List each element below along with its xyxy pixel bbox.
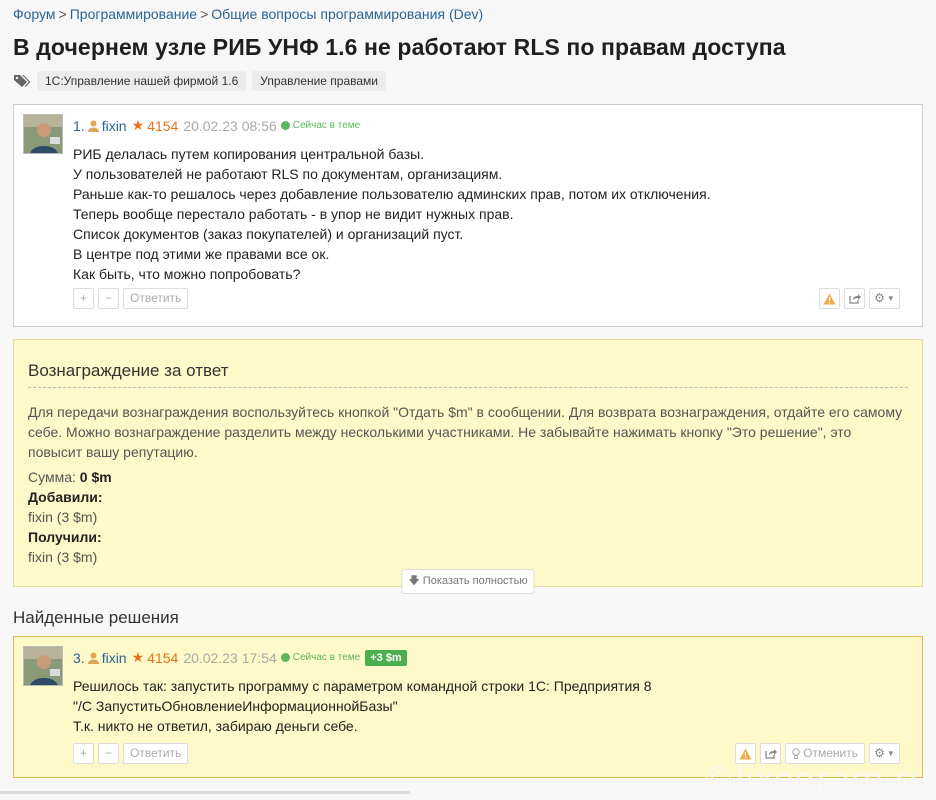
post-header: 1. fixin ★ 4154 20.02.23 08:56 Сейчас в … <box>73 117 360 134</box>
post-line: В центре под этими же правами все ок. <box>73 246 330 262</box>
post-line: Теперь вообще перестало работать - в упо… <box>73 206 514 222</box>
avatar[interactable] <box>23 114 63 154</box>
reward-received-value: fixin (3 $m) <box>28 549 98 565</box>
breadcrumb-programming[interactable]: Программирование <box>70 6 197 22</box>
online-dot-icon <box>280 653 290 662</box>
reward-description: Для передачи вознаграждения воспользуйте… <box>28 404 903 460</box>
post-line: "/С ЗапуститьОбновлениеИнформационнойБаз… <box>73 698 398 714</box>
star-icon: ★ <box>131 117 145 133</box>
post-line: Как быть, что можно попробовать? <box>73 266 301 282</box>
arrow-down-icon: 🡇 <box>408 575 420 587</box>
reward-heading: Вознаграждение за ответ <box>28 340 908 388</box>
reply-button[interactable]: Ответить <box>123 743 189 764</box>
share-icon <box>848 294 861 304</box>
author-name[interactable]: fixin <box>102 118 127 134</box>
avatar-image <box>24 647 62 685</box>
post-date[interactable]: 20.02.23 08:56 <box>183 118 276 134</box>
reward-sum: Сумма: 0 $m <box>28 467 908 487</box>
post-line: У пользователей не работают RLS по докум… <box>73 166 503 182</box>
post-number[interactable]: 3. <box>73 650 85 666</box>
post-header: 3. fixin ★ 4154 20.02.23 17:54 Сейчас в … <box>73 649 407 666</box>
reward-panel: Вознаграждение за ответ Для передачи воз… <box>13 339 923 594</box>
gear-icon: ⚙ <box>874 291 885 305</box>
show-full-button[interactable]: 🡇 Показать полностью <box>401 569 535 594</box>
post-body: Решилось так: запустить программу с пара… <box>73 676 652 736</box>
post-line: РИБ делалась путем копирования центральн… <box>73 146 425 162</box>
post-line: Решилось так: запустить программу с пара… <box>73 678 652 694</box>
post-actions-left: + − Ответить <box>73 288 189 309</box>
breadcrumb-general-questions[interactable]: Общие вопросы программирования (Dev) <box>211 6 483 22</box>
post-line: Список документов (заказ покупателей) и … <box>73 226 464 242</box>
post-actions-right: ⚙ ▼ <box>819 288 900 309</box>
tag-unf[interactable]: 1С:Управление нашей фирмой 1.6 <box>37 71 247 91</box>
avatar[interactable] <box>23 646 63 686</box>
user-icon <box>87 120 99 132</box>
online-status: Сейчас в теме <box>292 652 361 663</box>
avatar-image <box>24 115 62 153</box>
post-1: 1. fixin ★ 4154 20.02.23 08:56 Сейчас в … <box>13 104 923 327</box>
online-status: Сейчас в теме <box>292 120 361 131</box>
breadcrumb: Форум > Программирование > Общие вопросы про… <box>13 0 923 22</box>
show-full-label: Показать полностью <box>422 575 528 587</box>
settings-dropdown-button[interactable]: ⚙ ▼ <box>869 288 900 309</box>
downvote-button[interactable]: − <box>98 288 119 309</box>
reward-received-label: Получили: <box>28 527 908 547</box>
chevron-down-icon: ▼ <box>886 294 895 303</box>
user-icon <box>87 652 99 664</box>
breadcrumb-separator: > <box>58 6 67 22</box>
online-dot-icon <box>280 121 290 130</box>
breadcrumb-separator: > <box>200 6 209 22</box>
post-body: РИБ делалась путем копирования центральн… <box>73 144 711 284</box>
post-number[interactable]: 1. <box>73 118 85 134</box>
upvote-button[interactable]: + <box>73 743 94 764</box>
reward-sum-value: 0 $m <box>79 469 112 485</box>
reward-added-label-text: Добавили: <box>28 489 103 505</box>
lightbulb-icon <box>792 747 800 759</box>
post-line: Т.к. никто не ответил, забираю деньги се… <box>73 718 358 734</box>
post-date[interactable]: 20.02.23 17:54 <box>183 650 276 666</box>
post-3: 3. fixin ★ 4154 20.02.23 17:54 Сейчас в … <box>13 636 923 778</box>
reward-added-label: Добавили: <box>28 487 908 507</box>
post-actions-left: + − Ответить <box>73 743 189 764</box>
breadcrumb-forum[interactable]: Форум <box>13 6 56 22</box>
author-rating: 4154 <box>147 649 179 666</box>
reply-button[interactable]: Ответить <box>123 288 189 309</box>
author-rating: 4154 <box>147 117 179 134</box>
reward-sum-label: Сумма: <box>28 469 76 485</box>
page-title: В дочернем узле РИБ УНФ 1.6 не работают … <box>13 34 786 60</box>
tags-row: 1С:Управление нашей фирмой 1.6 Управлени… <box>13 70 923 92</box>
warning-icon <box>823 293 836 304</box>
reward-received-label-text: Получили: <box>28 529 102 545</box>
author-name[interactable]: fixin <box>102 650 127 666</box>
tag-rights-management[interactable]: Управление правами <box>252 71 387 91</box>
downvote-button[interactable]: − <box>98 743 119 764</box>
report-button[interactable] <box>819 288 840 309</box>
star-icon: ★ <box>131 649 145 665</box>
tags-icon <box>14 75 31 87</box>
share-button[interactable] <box>844 288 865 309</box>
reward-badge: +3 $m <box>365 649 407 666</box>
reward-added-value: fixin (3 $m) <box>28 509 98 525</box>
watermark: ©lixogram.ru <box>701 760 930 800</box>
warning-icon <box>739 748 752 759</box>
upvote-button[interactable]: + <box>73 288 94 309</box>
share-icon <box>765 749 777 759</box>
post-line: Раньше как-то решалось через добавление … <box>73 186 711 202</box>
